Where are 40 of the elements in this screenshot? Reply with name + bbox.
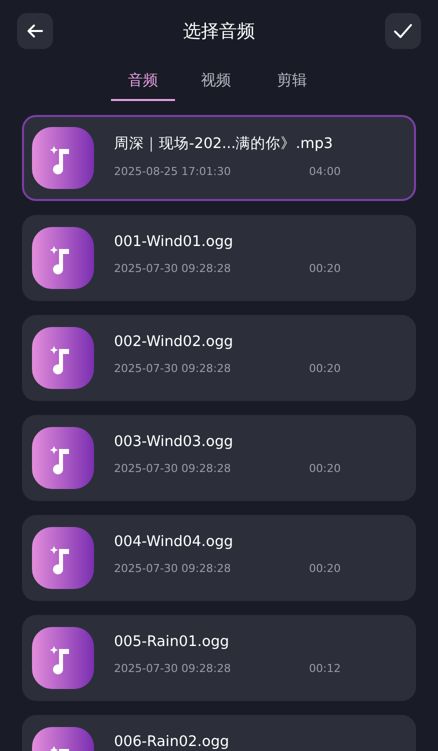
- file-date: 2025-07-30 09:28:28: [114, 462, 232, 475]
- file-name: 002-Wind02.ogg: [114, 334, 234, 350]
- file-name: 周深｜现场-202...满的你》.mp3: [114, 135, 334, 153]
- file-date: 2025-07-30 09:28:28: [114, 262, 232, 275]
- file-duration: 04:00: [309, 165, 341, 178]
- file-duration: 00:20: [309, 362, 341, 375]
- music-note-icon: [32, 627, 94, 689]
- file-duration: 00:20: [309, 462, 341, 475]
- file-name: 003-Wind03.ogg: [114, 434, 234, 450]
- tab[interactable]: 音频: [111, 65, 175, 101]
- file-date: 2025-08-25 17:01:30: [114, 165, 232, 178]
- audio-file-card[interactable]: 002-Wind02.ogg 2025-07-30 09:28:28 00:20: [22, 315, 416, 401]
- music-note-icon: [32, 227, 94, 289]
- audio-file-card[interactable]: 周深｜现场-202...满的你》.mp3 2025-08-25 17:01:30 04:00: [22, 115, 416, 201]
- music-note-icon: [32, 527, 94, 589]
- audio-file-card[interactable]: 005-Rain01.ogg 2025-07-30 09:28:28 00:12: [22, 615, 416, 701]
- audio-file-card[interactable]: 004-Wind04.ogg 2025-07-30 09:28:28 00:20: [22, 515, 416, 601]
- back-arrow-icon: [26, 22, 44, 40]
- audio-file-card[interactable]: 006-Rain02.ogg: [22, 715, 416, 751]
- file-name: 004-Wind04.ogg: [114, 534, 234, 550]
- file-date: 2025-07-30 09:28:28: [114, 362, 232, 375]
- file-duration: 00:12: [309, 662, 341, 675]
- file-name: 006-Rain02.ogg: [114, 734, 230, 750]
- audio-file-card[interactable]: 001-Wind01.ogg 2025-07-30 09:28:28 00:20: [22, 215, 416, 301]
- back-button[interactable]: [17, 13, 53, 49]
- file-date: 2025-07-30 09:28:28: [114, 662, 232, 675]
- file-duration: 00:20: [309, 562, 341, 575]
- music-note-icon: [32, 327, 94, 389]
- checkmark-icon: [393, 23, 413, 39]
- audio-file-card[interactable]: 003-Wind03.ogg 2025-07-30 09:28:28 00:20: [22, 415, 416, 501]
- tab[interactable]: 剪辑: [257, 65, 327, 101]
- file-name: 005-Rain01.ogg: [114, 634, 230, 650]
- confirm-button[interactable]: [385, 13, 421, 49]
- file-date: 2025-07-30 09:28:28: [114, 562, 232, 575]
- tab[interactable]: 视频: [181, 65, 251, 101]
- music-note-icon: [32, 127, 94, 189]
- screen-title: 选择音频: [183, 20, 255, 43]
- file-duration: 00:20: [309, 262, 341, 275]
- music-note-icon: [32, 427, 94, 489]
- file-name: 001-Wind01.ogg: [114, 234, 234, 250]
